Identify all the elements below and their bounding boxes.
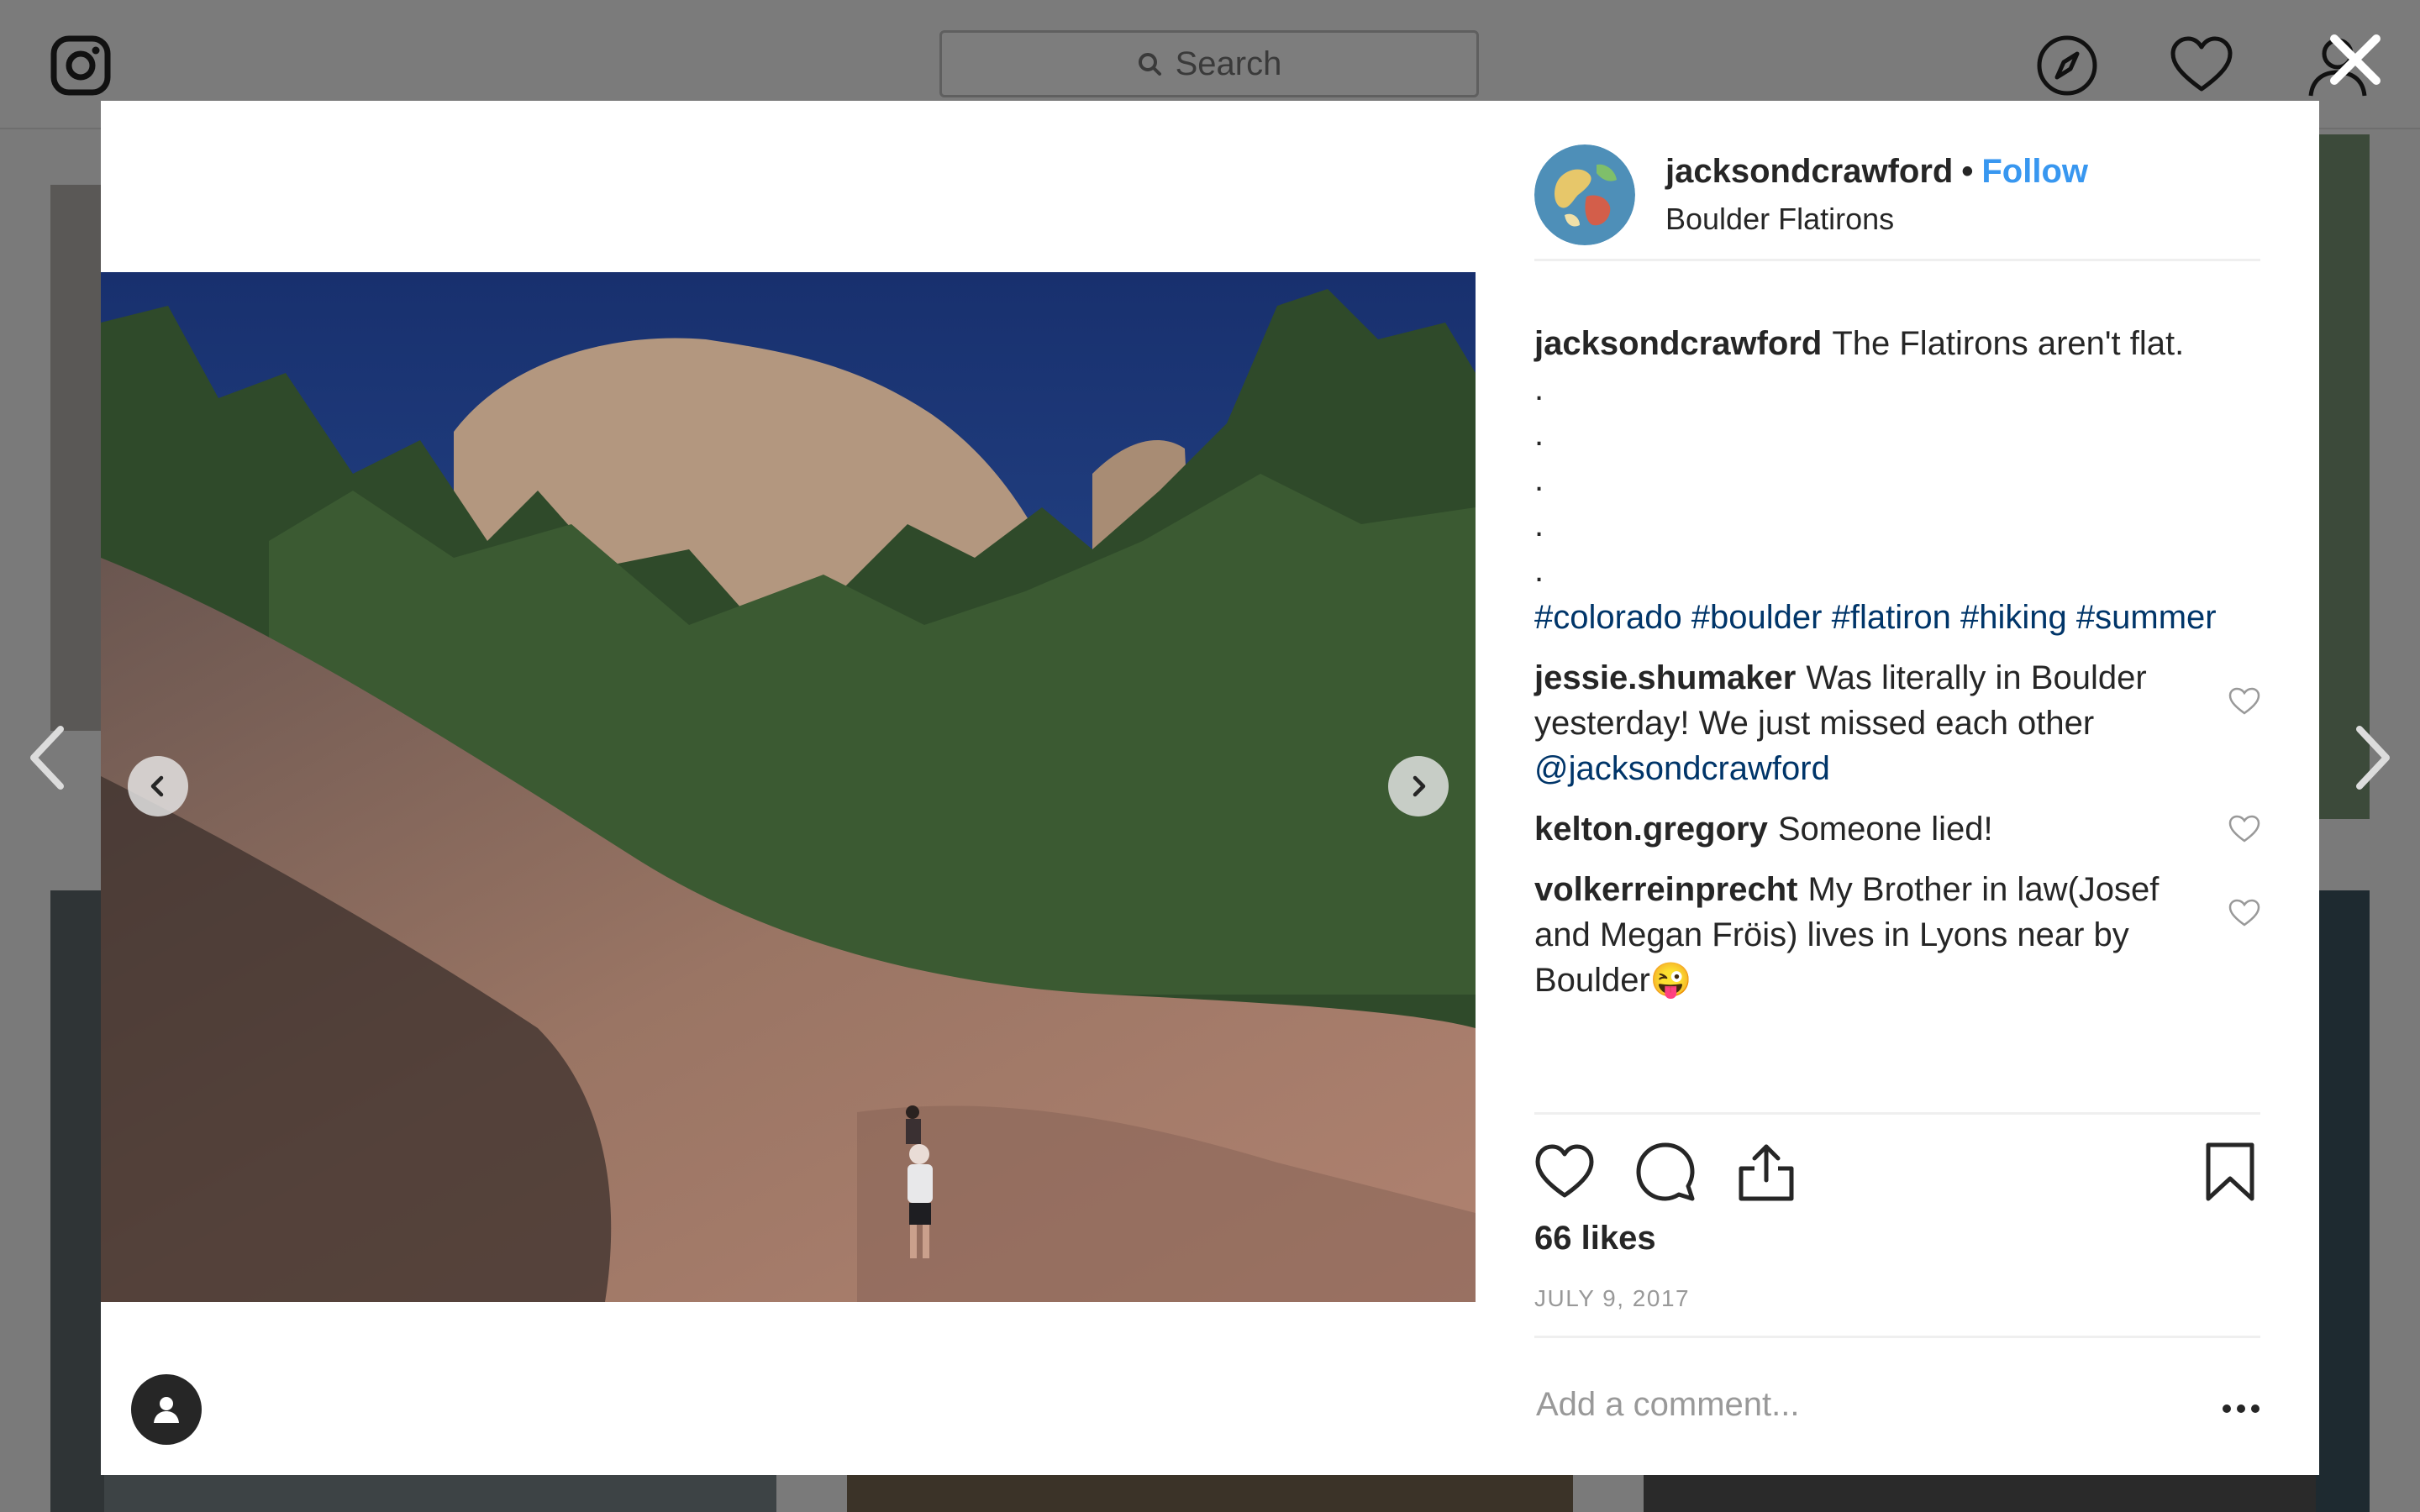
caption-hashtags[interactable]: #colorado #boulder #flatiron #hiking #su… — [1534, 595, 2260, 640]
heart-icon[interactable] — [2170, 34, 2233, 97]
post-location[interactable]: Boulder Flatirons — [1665, 202, 1894, 237]
caption-dot: . — [1534, 416, 1544, 453]
caption-dot: . — [1534, 461, 1544, 498]
caption: jacksondcrawford The Flatirons aren't fla… — [1534, 321, 2260, 640]
caption-dot: . — [1534, 370, 1544, 407]
chevron-left-icon[interactable] — [27, 724, 69, 791]
grid-photo[interactable] — [1644, 1475, 2316, 1512]
close-icon[interactable] — [2326, 30, 2385, 89]
add-comment-row — [1534, 1336, 2260, 1478]
post-header: jacksondcrawford • Follow Boulder Flatiron… — [1534, 144, 2260, 261]
share-icon[interactable] — [1736, 1142, 1797, 1202]
comment-like-icon[interactable] — [2228, 899, 2260, 927]
user-icon — [154, 1397, 179, 1423]
comment-icon[interactable] — [1635, 1142, 1696, 1202]
grid-photo[interactable] — [2316, 134, 2370, 819]
tagged-users-button[interactable] — [131, 1374, 202, 1445]
comment-item: kelton.gregory Someone lied! — [1534, 806, 2260, 852]
chevron-left-icon — [150, 775, 164, 797]
caption-dot: . — [1534, 507, 1544, 543]
save-icon[interactable] — [2200, 1142, 2260, 1202]
comment-like-icon[interactable] — [2228, 687, 2260, 716]
grid-photo[interactable] — [104, 1475, 776, 1512]
chevron-right-icon[interactable] — [2351, 724, 2393, 791]
carousel-prev-button[interactable] — [128, 756, 188, 816]
comments-list: jacksondcrawford The Flatirons aren't fla… — [1534, 321, 2260, 1003]
explore-icon[interactable] — [2035, 34, 2099, 97]
comment-username[interactable]: volkerreinprecht — [1534, 871, 1797, 908]
grid-photo[interactable] — [50, 185, 104, 731]
like-icon[interactable] — [1534, 1142, 1595, 1202]
chevron-right-icon — [1413, 775, 1426, 797]
carousel-next-button[interactable] — [1388, 756, 1449, 816]
search-placeholder: Search — [1175, 45, 1282, 82]
post-details-panel: jacksondcrawford • Follow Boulder Flatiron… — [1534, 101, 2260, 1475]
comment-item: volkerreinprecht My Brother in law(Josef … — [1534, 867, 2260, 1003]
grid-photo[interactable] — [2316, 890, 2370, 1512]
grid-photo[interactable] — [50, 890, 104, 1512]
caption-text: The Flatirons aren't flat. — [1832, 325, 2185, 362]
more-options-icon[interactable] — [2222, 1404, 2260, 1414]
comment-text: Someone lied! — [1777, 811, 1993, 848]
post-modal: jacksondcrawford • Follow Boulder Flatiron… — [101, 101, 2319, 1475]
comment-username[interactable]: jessie.shumaker — [1534, 659, 1796, 696]
action-bar — [1534, 1112, 2260, 1202]
caption-username[interactable]: jacksondcrawford — [1534, 325, 1822, 362]
instagram-icon[interactable] — [50, 35, 111, 96]
comment-username[interactable]: kelton.gregory — [1534, 811, 1768, 848]
comment-mention[interactable]: @jacksondcrawford — [1534, 746, 2193, 791]
grid-photo[interactable] — [847, 1475, 1573, 1512]
separator-dot: • — [1961, 153, 1974, 190]
avatar[interactable] — [1534, 144, 1635, 245]
media-area — [101, 101, 1476, 1475]
search-input[interactable]: Search — [939, 30, 1479, 97]
post-photo[interactable] — [101, 272, 1476, 1302]
comment-like-icon[interactable] — [2228, 815, 2260, 843]
post-date: JULY 9, 2017 — [1534, 1285, 1691, 1311]
search-icon — [1138, 53, 1161, 76]
comment-item: jessie.shumaker Was literally in Boulder … — [1534, 655, 2260, 791]
photo-illustration — [101, 272, 1476, 1302]
post-author-line: jacksondcrawford • Follow — [1665, 153, 2088, 191]
likes-count[interactable]: 66 likes — [1534, 1220, 1656, 1257]
post-author-username[interactable]: jacksondcrawford — [1665, 153, 1953, 190]
globe-avatar-illustration — [1534, 144, 1635, 245]
caption-dot: . — [1534, 552, 1544, 589]
follow-button[interactable]: Follow — [1981, 153, 2088, 190]
add-comment-input[interactable] — [1534, 1385, 2176, 1425]
